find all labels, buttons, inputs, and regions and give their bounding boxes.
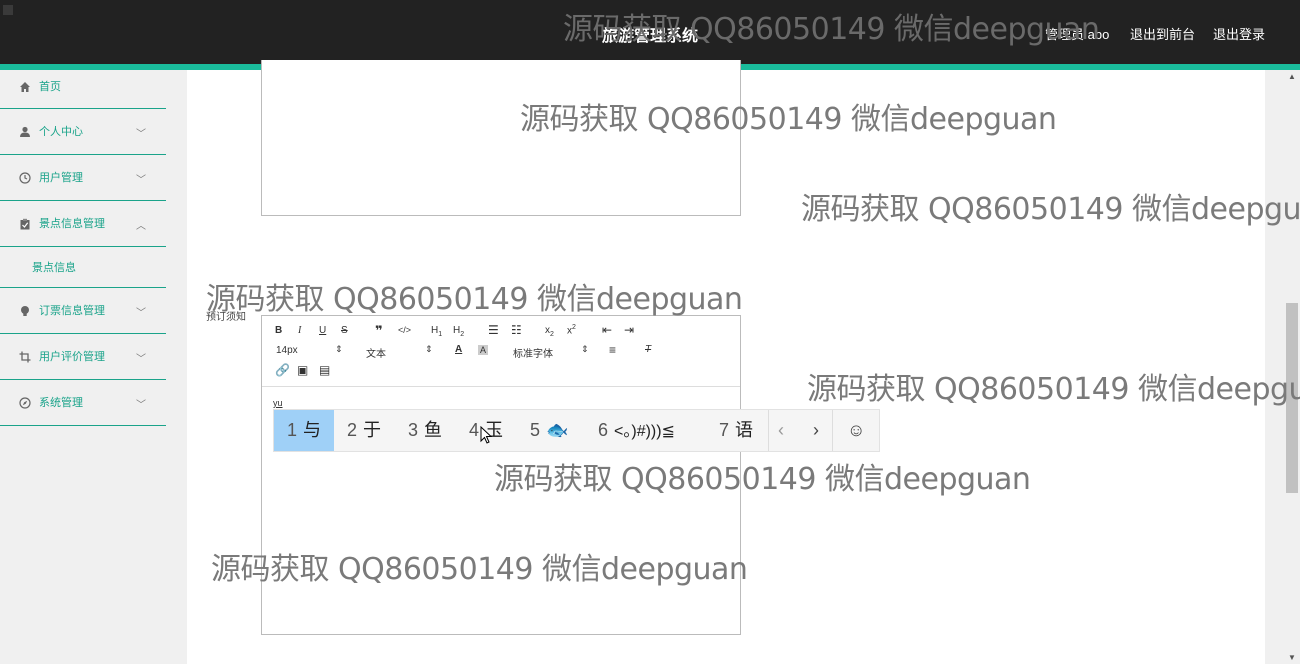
sidebar-subitem-label: 景点信息 <box>32 262 76 274</box>
ime-candidate-bar: 1与 2于 3鱼 4玉 5 🐟 6 <。)#)))≦ 7语 ‹ › ☺ <box>273 409 880 452</box>
background-color-icon[interactable]: A <box>478 345 489 355</box>
sidebar-subitem-attraction-info[interactable]: 景点信息 <box>0 247 166 288</box>
ime-next-page-icon[interactable]: › <box>813 410 819 451</box>
text-type-select[interactable]: 文本 <box>366 345 386 360</box>
sidebar-item-ticket-management[interactable]: 订票信息管理 ﹀ <box>0 288 166 334</box>
scroll-up-icon[interactable]: ▲ <box>1288 72 1296 81</box>
exit-to-front-link[interactable]: 退出到前台 <box>1130 24 1195 43</box>
font-color-icon[interactable]: A <box>455 344 462 355</box>
clipboard-icon <box>20 218 30 229</box>
sidebar-item-label: 个人中心 <box>39 125 83 138</box>
strikethrough-icon[interactable]: S <box>341 325 348 336</box>
font-size-select[interactable]: 14px <box>276 345 298 356</box>
sidebar-item-label: 景点信息管理 <box>39 217 105 230</box>
ime-candidate[interactable]: 5 🐟 <box>530 410 568 451</box>
indent-icon[interactable]: ⇥ <box>624 323 634 337</box>
app-title: 旅游管理系统 <box>602 26 699 45</box>
clock-icon <box>19 171 31 184</box>
align-icon[interactable]: ≡ <box>609 343 616 357</box>
ime-candidate[interactable]: 6 <。)#)))≦ <box>598 410 675 451</box>
sidebar-item-system-management[interactable]: 系统管理 ﹀ <box>0 380 166 426</box>
booking-notes-label: 预订须知 <box>206 312 246 323</box>
link-icon[interactable]: 🔗 <box>275 363 290 377</box>
user-icon <box>20 126 30 137</box>
sidebar-item-label: 首页 <box>39 81 61 93</box>
code-block-icon[interactable]: </> <box>398 325 411 335</box>
outdent-icon[interactable]: ⇤ <box>602 323 612 337</box>
booking-notes-editor[interactable]: B I U S ❞ </> H1 H2 ☰ ☷ x2 x2 ⇤ ⇥ 14px ⇕… <box>261 315 741 635</box>
sidebar-item-personal-center[interactable]: 个人中心 ﹀ <box>0 109 166 155</box>
sidebar-item-home[interactable]: 首页 <box>0 70 166 109</box>
heading1-icon[interactable]: H1 <box>431 325 442 338</box>
vertical-scrollbar[interactable]: ▲ ▼ <box>1284 70 1300 664</box>
window-corner-icon <box>3 5 13 15</box>
ime-candidate[interactable]: 1与 <box>274 410 334 451</box>
chevron-down-icon: ﹀ <box>136 128 146 140</box>
scroll-down-icon[interactable]: ▼ <box>1288 653 1296 662</box>
sidebar-item-attraction-management[interactable]: 景点信息管理 ︿ <box>0 201 166 247</box>
sidebar-item-label: 系统管理 <box>39 396 83 409</box>
chevron-down-icon: ﹀ <box>136 353 146 365</box>
subscript-icon[interactable]: x2 <box>545 325 554 338</box>
home-icon <box>20 82 30 92</box>
italic-icon[interactable]: I <box>298 325 301 336</box>
crop-icon <box>19 351 31 362</box>
sidebar-item-review-management[interactable]: 用户评价管理 ﹀ <box>0 334 166 380</box>
sidebar-item-label: 订票信息管理 <box>39 304 105 317</box>
blockquote-icon[interactable]: ❞ <box>375 323 383 339</box>
bullet-list-icon[interactable]: ☷ <box>511 323 522 337</box>
video-icon[interactable]: ▤ <box>319 363 330 377</box>
ime-prev-page-icon[interactable]: ‹ <box>778 410 784 451</box>
compass-icon <box>19 396 31 409</box>
logout-link[interactable]: 退出登录 <box>1213 24 1265 43</box>
ime-separator <box>768 410 769 451</box>
heading2-icon[interactable]: H2 <box>453 325 464 338</box>
bulb-icon <box>21 305 29 316</box>
superscript-icon[interactable]: x2 <box>567 324 576 336</box>
chevron-updown-icon: ⇕ <box>335 344 343 354</box>
sidebar: 首页 个人中心 ﹀ 用户管理 ﹀ 景点信息管理 ︿ 景点信息 订票信息管理 ﹀ … <box>0 70 166 664</box>
emoji-icon[interactable]: ☺ <box>847 410 865 451</box>
underline-icon[interactable]: U <box>319 325 326 336</box>
editor-toolbar: B I U S ❞ </> H1 H2 ☰ ☷ x2 x2 ⇤ ⇥ 14px ⇕… <box>262 316 740 387</box>
clear-format-icon[interactable]: T <box>645 344 651 355</box>
chevron-down-icon: ﹀ <box>136 399 146 411</box>
bold-icon[interactable]: B <box>275 325 282 336</box>
chevron-updown-icon: ⇕ <box>581 344 589 354</box>
chevron-down-icon: ﹀ <box>136 307 146 319</box>
top-header: 旅游管理系统 管理员 abo 退出到前台 退出登录 <box>0 0 1300 64</box>
chevron-down-icon: ﹀ <box>136 174 146 186</box>
ime-composition-text: yu <box>273 398 283 408</box>
sidebar-item-label: 用户评价管理 <box>39 350 105 363</box>
image-icon[interactable]: ▣ <box>297 363 308 377</box>
ordered-list-icon[interactable]: ☰ <box>488 323 499 337</box>
ime-candidate[interactable]: 3鱼 <box>408 410 442 451</box>
previous-editor-content[interactable] <box>261 60 741 216</box>
font-family-select[interactable]: 标准字体 <box>513 345 553 360</box>
sidebar-item-label: 用户管理 <box>39 171 83 184</box>
ime-candidate[interactable]: 2于 <box>347 410 381 451</box>
ime-candidate[interactable]: 7语 <box>719 410 753 451</box>
chevron-updown-icon: ⇕ <box>425 344 433 354</box>
scrollbar-thumb[interactable] <box>1286 303 1298 493</box>
chevron-up-icon: ︿ <box>136 220 146 232</box>
ime-separator <box>832 410 833 451</box>
admin-user-link[interactable]: 管理员 abo <box>1045 24 1109 43</box>
sidebar-item-user-management[interactable]: 用户管理 ﹀ <box>0 155 166 201</box>
mouse-cursor-icon <box>480 426 492 444</box>
